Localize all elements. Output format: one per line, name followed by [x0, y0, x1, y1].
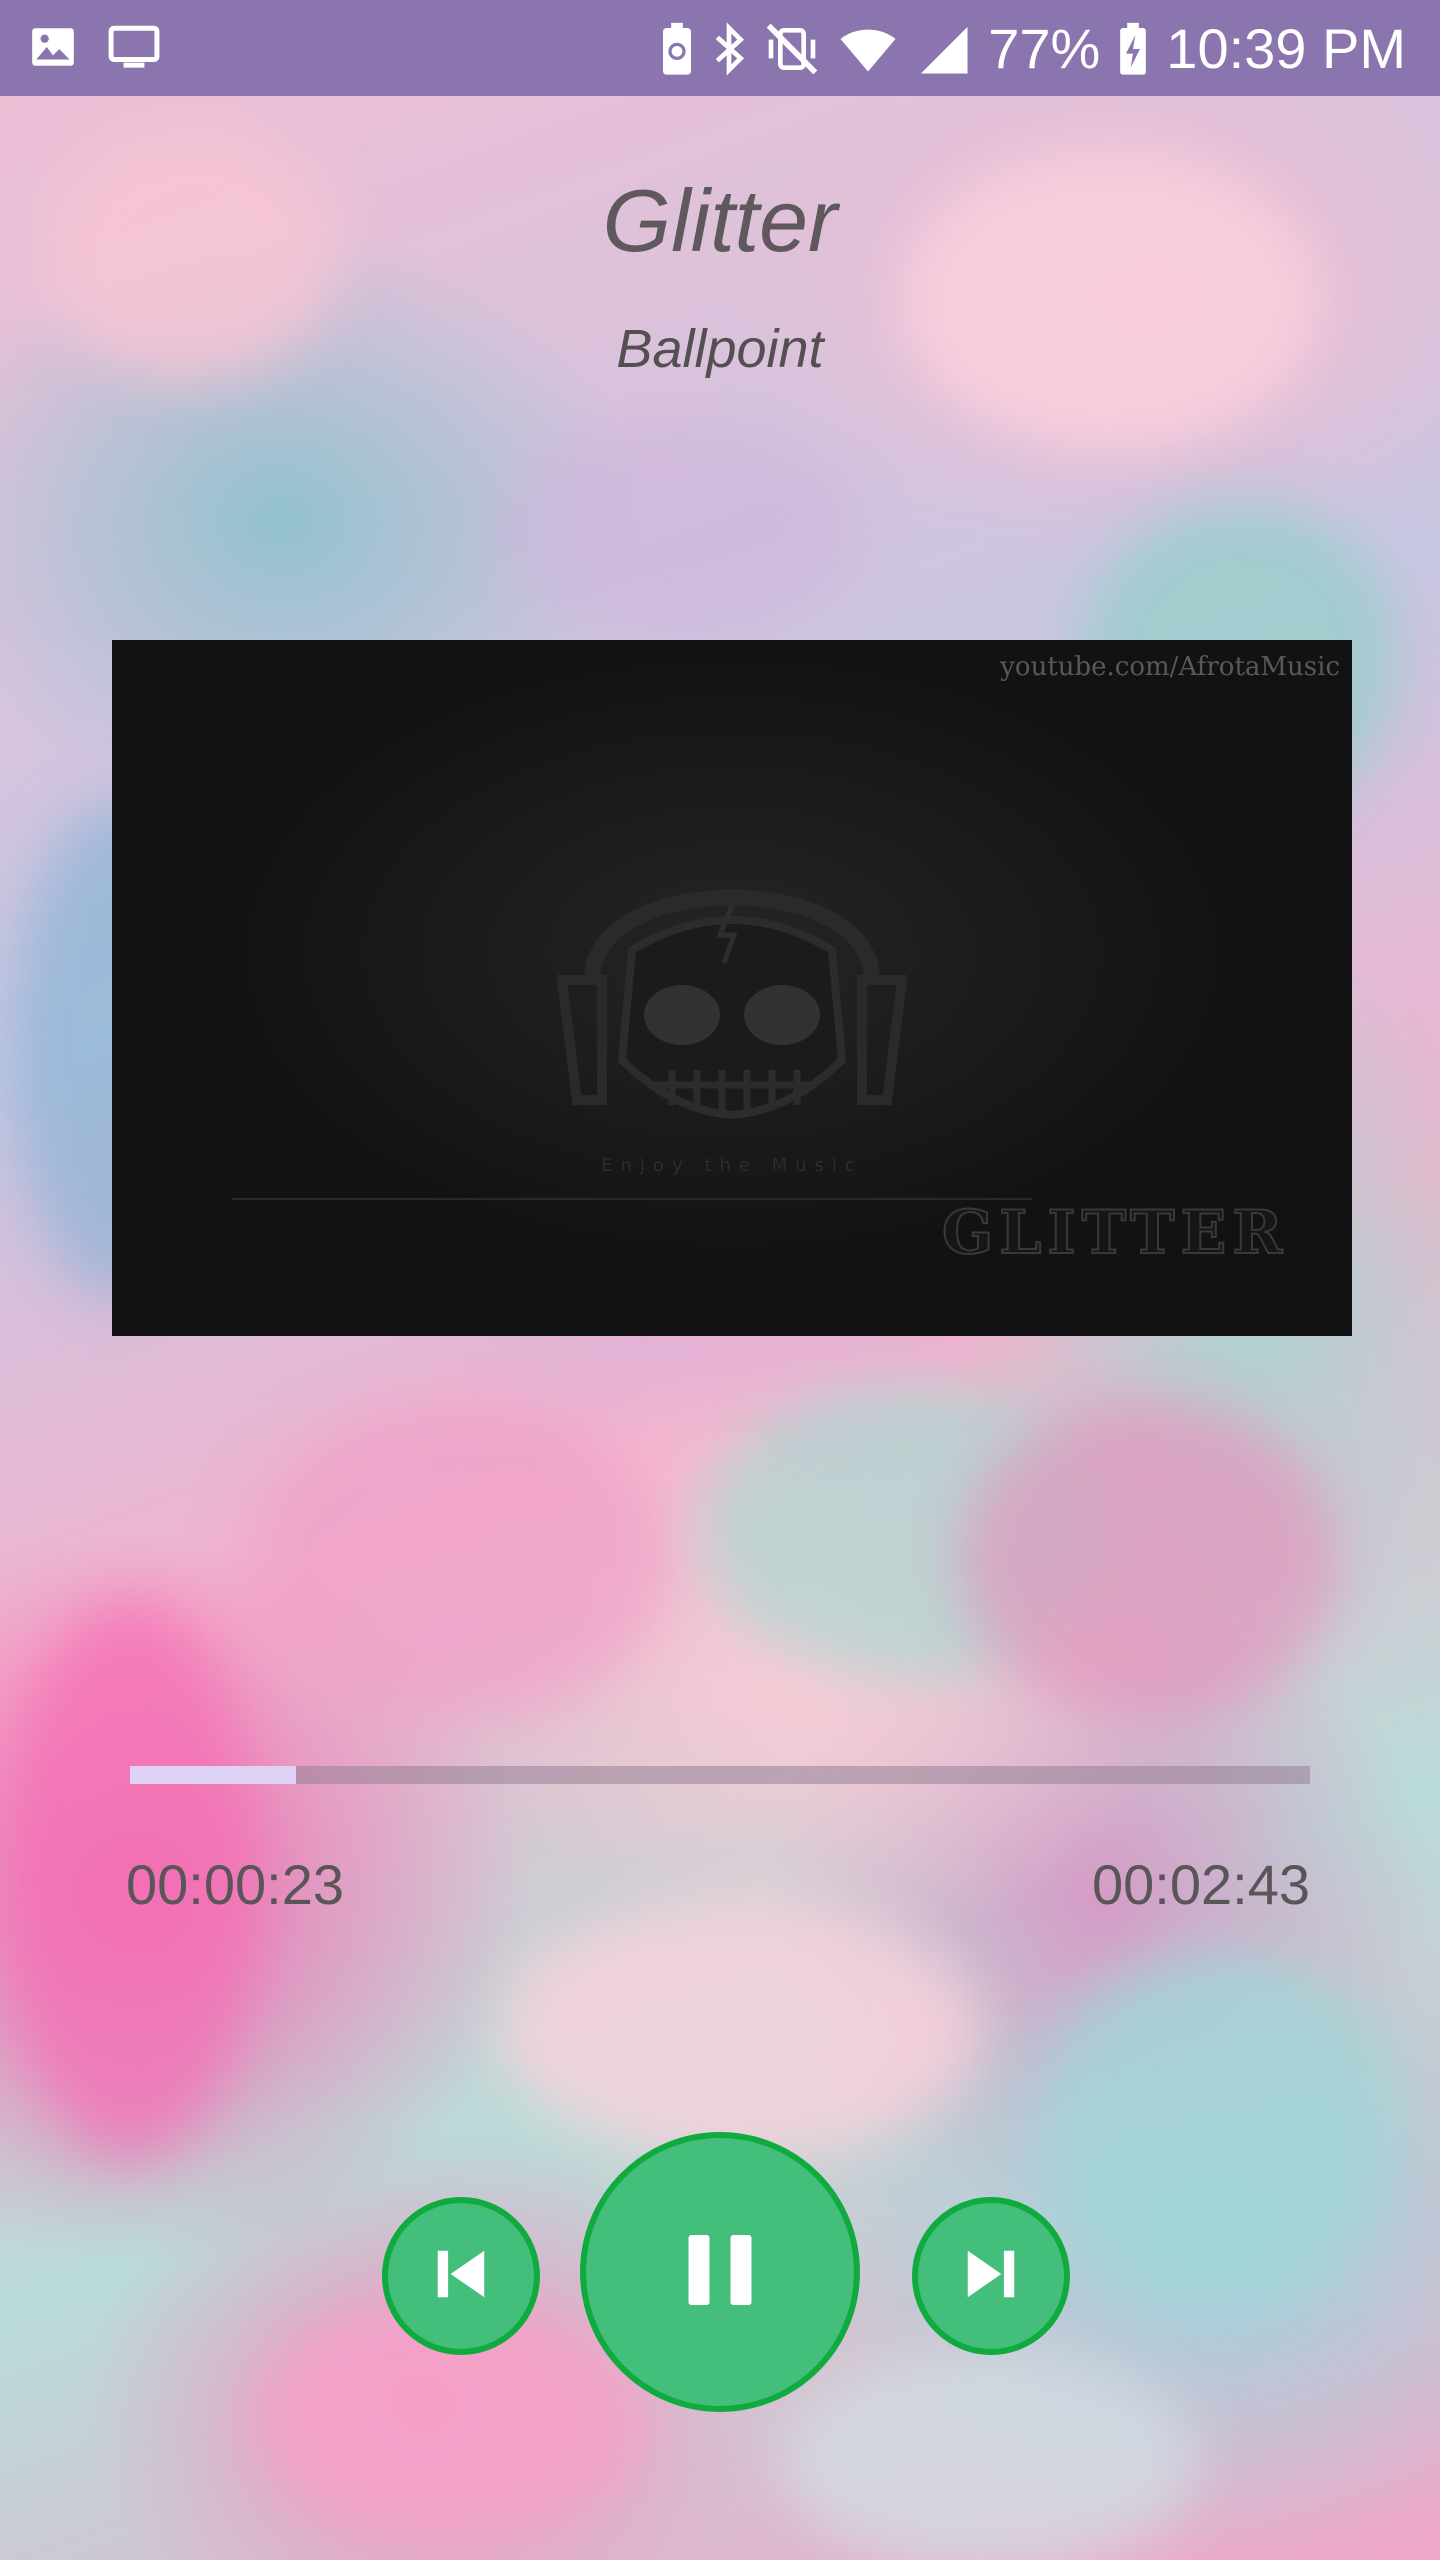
gallery-icon: [28, 22, 78, 72]
song-artist: Ballpoint: [616, 319, 824, 379]
total-time: 00:02:43: [1092, 1853, 1310, 1916]
next-track-button[interactable]: [912, 2197, 1070, 2355]
cast-screen-icon: [106, 22, 162, 72]
previous-track-button[interactable]: [382, 2197, 540, 2355]
skip-previous-icon: [430, 2243, 492, 2309]
current-time: 00:00:23: [126, 1853, 344, 1916]
album-art-watermark: youtube.com/AfrotaMusic: [1000, 652, 1340, 682]
album-art: youtube.com/AfrotaMusic Enjoy the Music …: [112, 640, 1352, 1336]
status-clock: 10:39 PM: [1166, 17, 1406, 80]
battery-saver-icon: [660, 21, 694, 77]
wifi-icon: [838, 21, 898, 77]
battery-percentage: 77%: [988, 17, 1101, 80]
seek-bar-progress: [130, 1766, 297, 1784]
song-title: Glitter: [602, 171, 838, 270]
vibrate-icon: [764, 21, 820, 77]
album-art-logo-text: GLITTER: [941, 1197, 1289, 1269]
bluetooth-icon: [712, 21, 746, 77]
seek-bar[interactable]: [130, 1766, 1310, 1784]
album-art-divider: [232, 1198, 1032, 1200]
cell-signal-icon: [916, 21, 970, 77]
pause-icon: [678, 2228, 762, 2316]
skip-next-icon: [960, 2243, 1022, 2309]
album-art-tagline: Enjoy the Music: [601, 1155, 863, 1176]
pause-button[interactable]: [580, 2132, 860, 2412]
skull-headphones-icon: [542, 830, 922, 1154]
battery-charging-icon: [1118, 21, 1148, 77]
status-bar: 77% 10:39 PM: [0, 0, 1440, 96]
